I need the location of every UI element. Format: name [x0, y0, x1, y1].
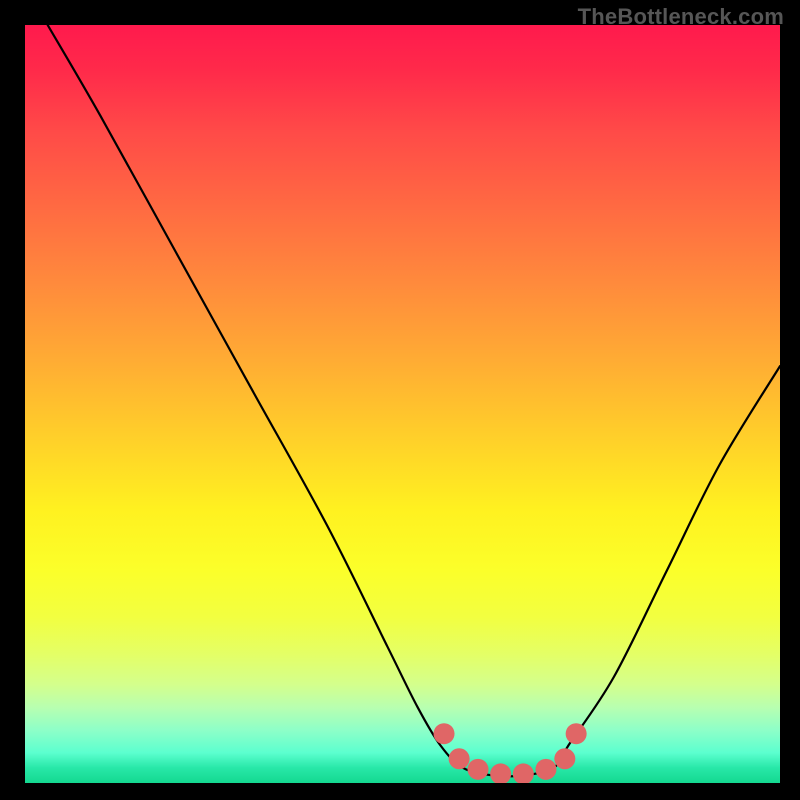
- marker-point: [513, 763, 534, 783]
- marker-point: [566, 723, 587, 744]
- marker-point: [449, 748, 470, 769]
- marker-point: [554, 748, 575, 769]
- curve-layer: [25, 25, 780, 783]
- watermark-text: TheBottleneck.com: [578, 4, 784, 30]
- marker-point: [535, 759, 556, 780]
- bottleneck-curve: [48, 25, 780, 776]
- marker-point: [490, 763, 511, 783]
- marker-point: [468, 759, 489, 780]
- highlight-markers: [434, 723, 587, 783]
- plot-area: [25, 25, 780, 783]
- marker-point: [434, 723, 455, 744]
